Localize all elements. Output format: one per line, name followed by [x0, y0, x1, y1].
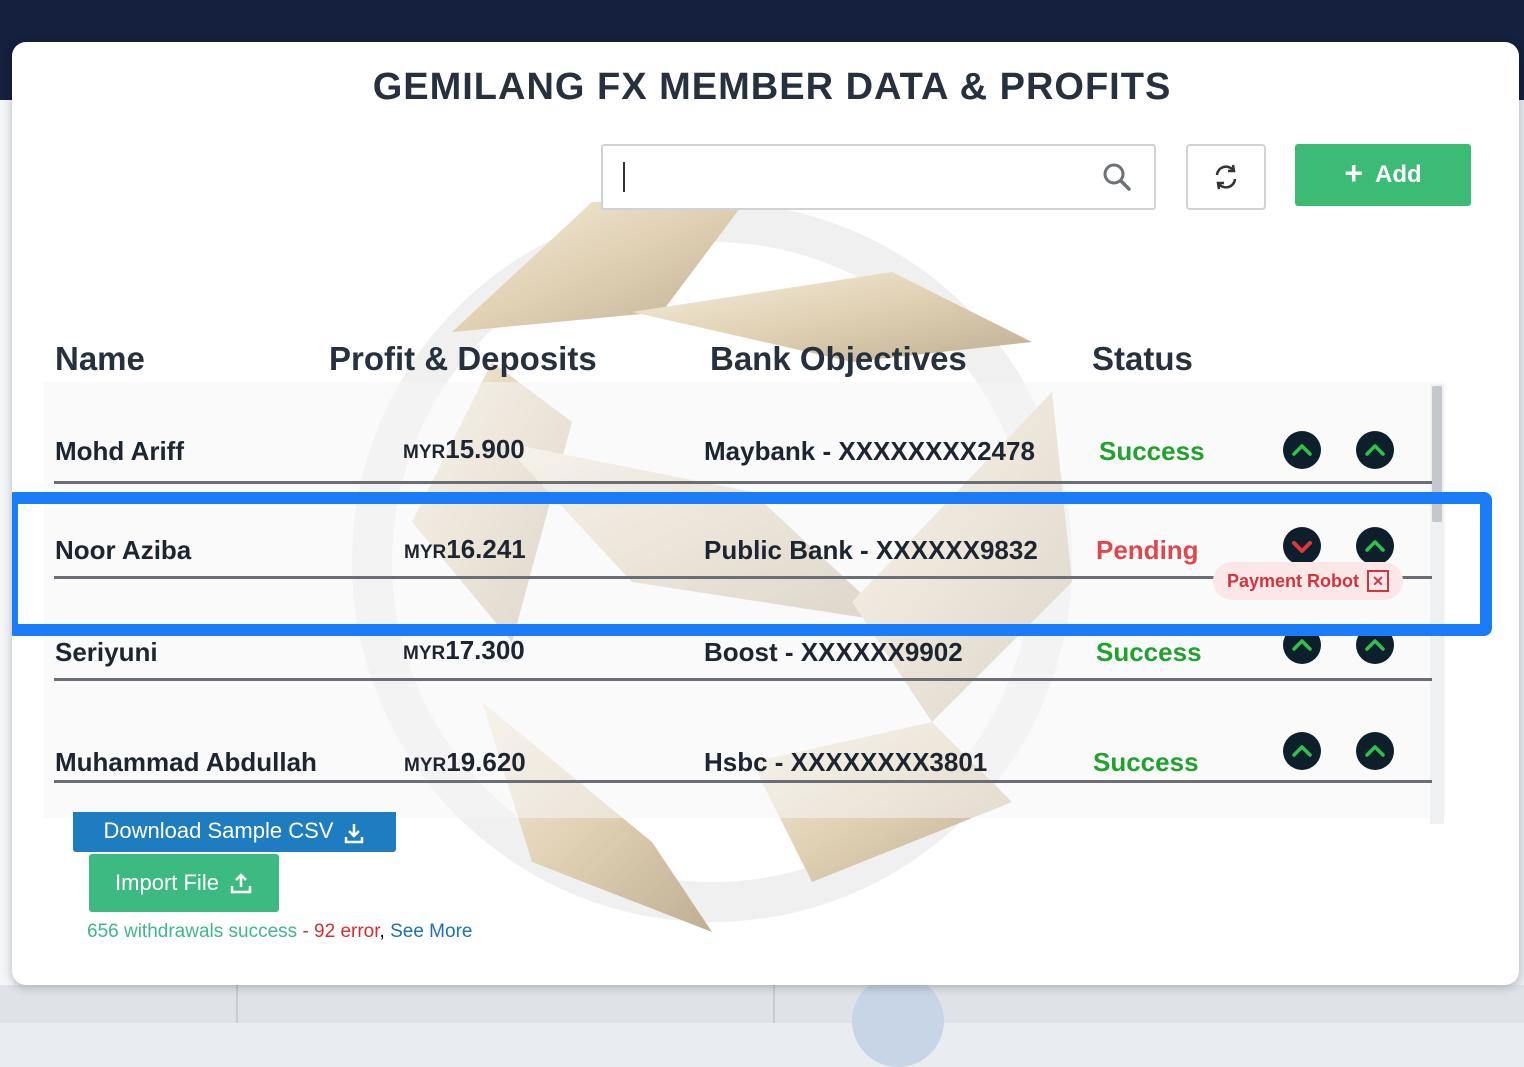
- import-file-button[interactable]: Import File: [89, 854, 279, 912]
- import-button-label: Import File: [115, 870, 219, 895]
- status-badge: Success: [1096, 637, 1202, 667]
- table-row[interactable]: Mohd Ariff MYR15.900 Maybank - XXXXXXXX2…: [54, 426, 1432, 484]
- payment-robot-tag[interactable]: Payment Robot ✕: [1213, 562, 1404, 600]
- divider: [773, 985, 775, 1023]
- row-divider: [54, 678, 1432, 681]
- plus-icon: +: [1344, 155, 1364, 191]
- withdrawal-summary: 656 withdrawals success - 92 error, See …: [87, 921, 472, 943]
- error-count: - 92 error: [302, 921, 380, 942]
- status-badge: Success: [1093, 747, 1199, 777]
- member-name: Muhammad Abdullah: [55, 747, 317, 777]
- profit-amount: MYR15.900: [403, 434, 525, 464]
- download-sample-csv-button[interactable]: Download Sample CSV: [73, 812, 396, 852]
- row-divider: [54, 780, 1432, 783]
- search-icon[interactable]: [1102, 162, 1132, 192]
- download-icon: [345, 824, 364, 844]
- summary-separator: ,: [379, 921, 385, 942]
- profit-amount: MYR19.620: [404, 747, 526, 777]
- see-more-link[interactable]: See More: [390, 921, 472, 942]
- divider: [236, 985, 238, 1023]
- download-button-label: Download Sample CSV: [103, 818, 334, 843]
- page-title: GEMILANG FX MEMBER DATA & PROFITS: [372, 66, 1172, 108]
- approve-button[interactable]: [1283, 431, 1321, 469]
- chevron-up-icon: [1365, 444, 1385, 456]
- chevron-up-icon: [1292, 444, 1312, 456]
- column-header-status: Status: [1092, 340, 1193, 377]
- chevron-up-icon: [1292, 745, 1312, 757]
- row-divider: [54, 481, 1432, 484]
- background-bottom-bar: [0, 975, 1524, 1067]
- approve-button[interactable]: [1283, 732, 1321, 770]
- column-header-name: Name: [55, 340, 145, 377]
- status-badge: Success: [1099, 436, 1205, 466]
- refresh-button[interactable]: [1186, 144, 1266, 210]
- search-input[interactable]: [601, 144, 1156, 210]
- success-count: 656 withdrawals success: [87, 921, 298, 942]
- action-button[interactable]: [1356, 732, 1394, 770]
- column-header-bank: Bank Objectives: [710, 340, 967, 377]
- bank-account: Boost - XXXXXX9902: [704, 637, 963, 667]
- chevron-up-icon: [1365, 639, 1385, 651]
- payment-robot-label: Payment Robot: [1227, 570, 1360, 591]
- bank-account: Maybank - XXXXXXXX2478: [704, 436, 1035, 466]
- bank-account: Hsbc - XXXXXXXX3801: [704, 747, 988, 777]
- upload-icon: [230, 873, 252, 894]
- profit-amount: MYR17.300: [403, 635, 525, 665]
- background-nav-icon: [852, 975, 944, 1067]
- member-name: Mohd Ariff: [55, 436, 184, 466]
- close-icon[interactable]: ✕: [1367, 570, 1390, 592]
- table-row[interactable]: Muhammad Abdullah MYR19.620 Hsbc - XXXXX…: [54, 730, 1432, 783]
- add-button-label: Add: [1375, 161, 1422, 188]
- chevron-up-icon: [1365, 745, 1385, 757]
- column-header-profit: Profit & Deposits: [329, 340, 597, 377]
- member-name: Seriyuni: [55, 637, 158, 667]
- text-caret: [623, 162, 625, 192]
- action-button[interactable]: [1356, 431, 1394, 469]
- refresh-icon: [1215, 164, 1237, 190]
- chevron-up-icon: [1292, 639, 1312, 651]
- add-button[interactable]: + Add: [1295, 144, 1471, 206]
- member-data-modal: GEMILANG FX MEMBER DATA & PROFITS + Add …: [12, 42, 1519, 985]
